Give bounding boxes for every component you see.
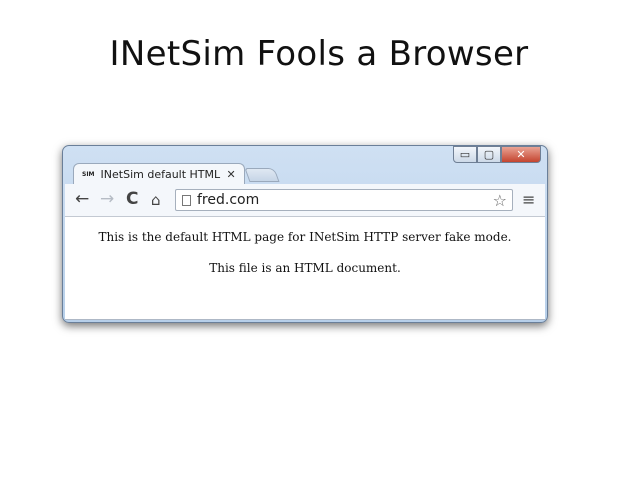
maximize-icon: ▢ (483, 148, 495, 161)
forward-icon[interactable]: → (100, 190, 114, 208)
browser-toolbar: ← → C ⌂ fred.com ☆ ≡ (65, 184, 545, 217)
page-text-line-1: This is the default HTML page for INetSi… (98, 230, 512, 244)
address-bar[interactable]: fred.com ☆ (175, 189, 513, 211)
home-icon[interactable]: ⌂ (151, 191, 161, 209)
browser-tab[interactable]: SIM INetSim default HTML page ✕ (73, 163, 245, 185)
bookmark-star-icon[interactable]: ☆ (493, 191, 507, 210)
close-icon: ✕ (516, 148, 526, 161)
page-text-line-2: This file is an HTML document. (209, 261, 401, 275)
tab-title: INetSim default HTML page (100, 168, 223, 181)
page-icon (182, 194, 191, 206)
browser-window: ▭ ▢ ✕ SIM INetSim default HTML page ✕ ← … (62, 145, 548, 323)
window-controls: ▭ ▢ ✕ (453, 146, 541, 164)
tab-close-icon[interactable]: ✕ (227, 168, 236, 181)
maximize-button[interactable]: ▢ (477, 146, 501, 163)
back-icon[interactable]: ← (75, 190, 89, 208)
minimize-icon: ▭ (459, 148, 471, 161)
new-tab-button[interactable] (244, 168, 280, 182)
minimize-button[interactable]: ▭ (453, 146, 477, 163)
close-window-button[interactable]: ✕ (501, 146, 541, 163)
url-text: fred.com (197, 192, 260, 208)
page-viewport: This is the default HTML page for INetSi… (65, 217, 545, 320)
favicon-icon: SIM (82, 171, 95, 178)
menu-icon[interactable]: ≡ (522, 191, 535, 209)
slide-title: INetSim Fools a Browser (109, 34, 529, 74)
reload-icon[interactable]: C (126, 190, 138, 208)
